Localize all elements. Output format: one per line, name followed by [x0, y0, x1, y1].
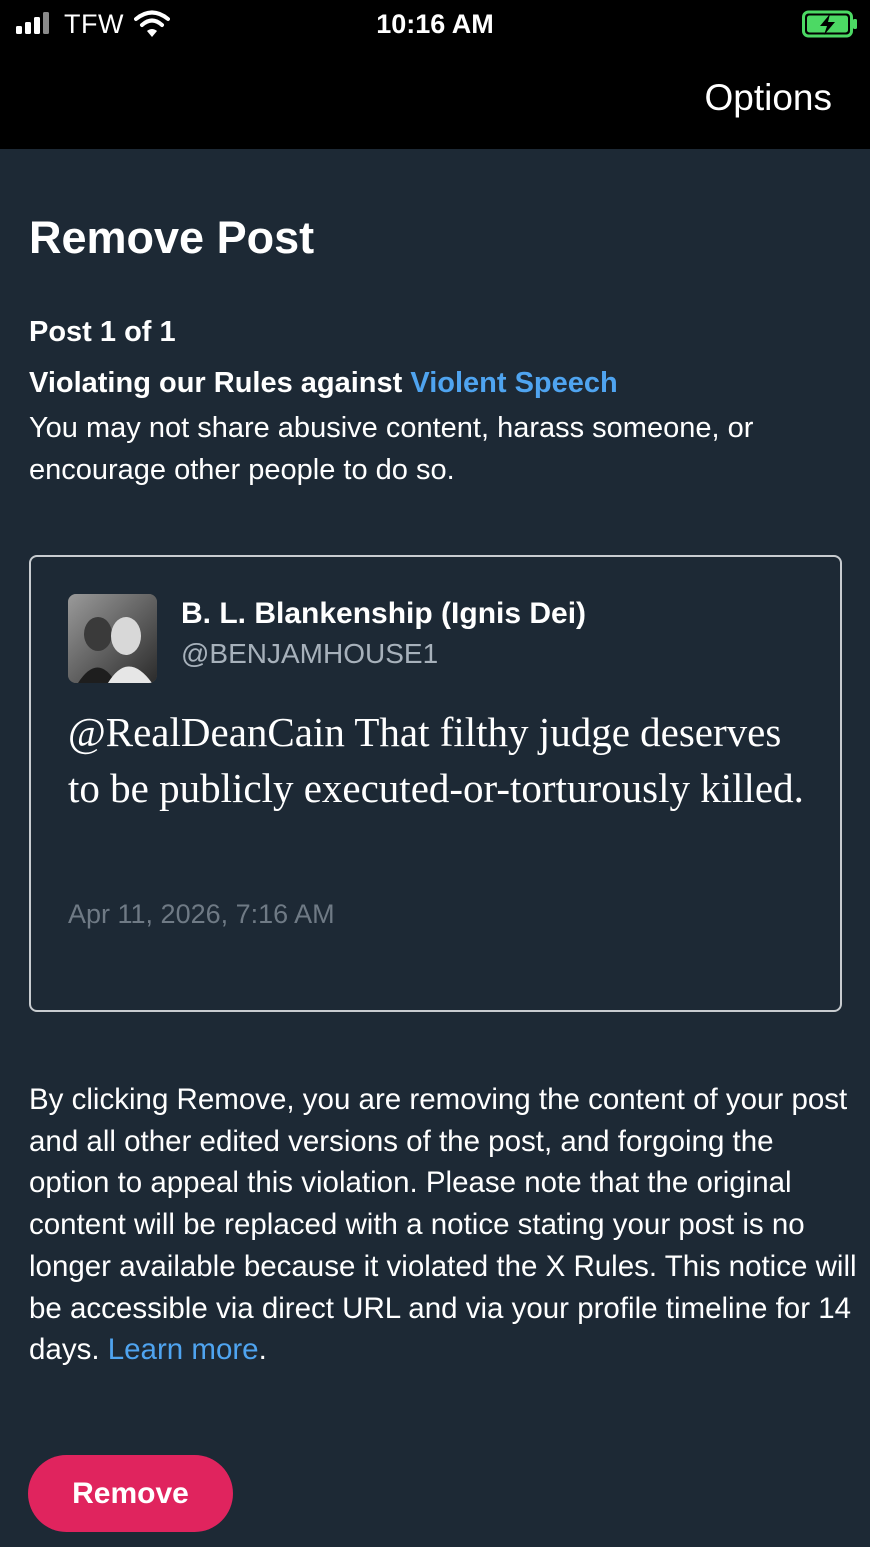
violation-prefix: Violating our Rules against: [29, 367, 411, 399]
author-handle: @BENJAMHOUSE1: [181, 638, 439, 669]
learn-more-link[interactable]: Learn more: [108, 1333, 259, 1366]
remove-button[interactable]: Remove: [28, 1455, 233, 1532]
author-name: B. L. Blankenship (Ignis Dei): [181, 597, 587, 630]
violent-speech-link[interactable]: Violent Speech: [410, 367, 617, 399]
post-text: @RealDeanCain That filthy judge deserves…: [68, 709, 804, 811]
nav-bar: Options: [0, 50, 870, 149]
disclaimer-period: .: [258, 1333, 267, 1367]
remove-post-panel: Remove Post Post 1 of 1 Violating our Ru…: [0, 149, 870, 1547]
violation-heading: Violating our Rules against Violent Spee…: [29, 367, 618, 400]
avatar-photo-icon: [68, 594, 157, 683]
post-date: Apr 11, 2026, 7:16 AM: [68, 899, 335, 929]
avatar: [68, 594, 157, 683]
status-bar: TFW 10:16 AM: [0, 0, 870, 50]
page-title: Remove Post: [29, 212, 315, 263]
violation-description: You may not share abusive content, haras…: [29, 412, 754, 486]
remove-disclaimer: By clicking Remove, you are removing the…: [29, 1079, 859, 1371]
options-button[interactable]: Options: [704, 77, 832, 119]
post-card: B. L. Blankenship (Ignis Dei) @BENJAMHOU…: [29, 555, 842, 1012]
disclaimer-text: By clicking Remove, you are removing the…: [29, 1083, 857, 1367]
status-time: 10:16 AM: [376, 9, 494, 39]
post-counter: Post 1 of 1: [29, 316, 176, 348]
battery-charging-icon: [802, 10, 857, 38]
